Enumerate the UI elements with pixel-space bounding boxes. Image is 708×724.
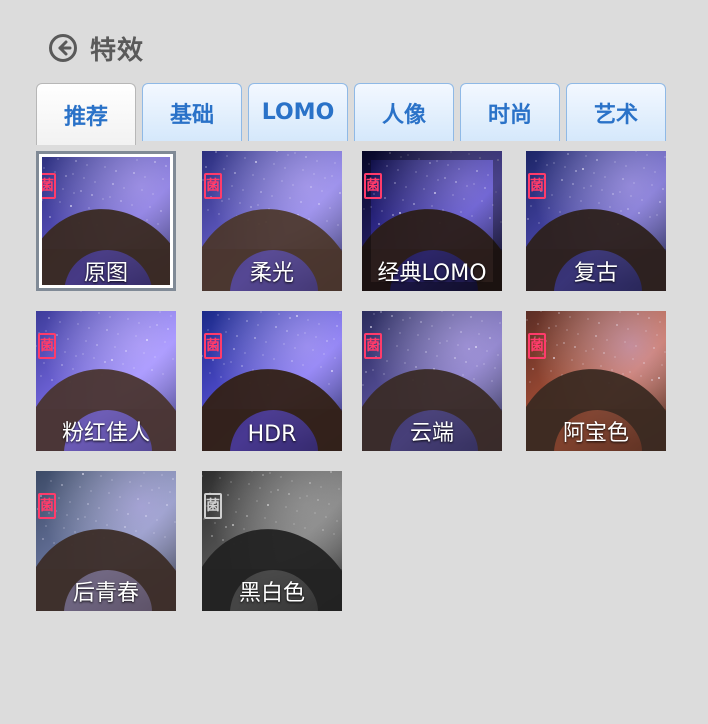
effect-category-tabs: 推荐 基础 LOMO 人像 时尚 艺术 <box>36 83 668 145</box>
effect-label: 经典LOMO <box>377 261 487 286</box>
tab-fashion[interactable]: 时尚 <box>460 83 560 141</box>
effect-label: 阿宝色 <box>562 421 629 446</box>
effect-label: 黑白色 <box>238 581 305 606</box>
tab-basic[interactable]: 基础 <box>142 83 242 141</box>
back-arrow-circle-icon[interactable] <box>48 33 78 63</box>
tab-recommended[interactable]: 推荐 <box>36 83 136 145</box>
effect-thumbnail[interactable]: 菌后青春 <box>36 471 176 611</box>
watermark-stamp: 菌 <box>528 173 546 199</box>
watermark-stamp: 菌 <box>364 173 382 199</box>
effect-label: 云端 <box>409 421 454 446</box>
watermark-stamp: 菌 <box>204 173 222 199</box>
tab-art[interactable]: 艺术 <box>566 83 666 141</box>
header: 特效 <box>48 28 144 68</box>
effect-thumbnail[interactable]: 菌复古 <box>526 151 666 291</box>
watermark-stamp: 菌 <box>38 493 56 519</box>
effect-label: 原图 <box>83 261 128 286</box>
tab-portrait[interactable]: 人像 <box>354 83 454 141</box>
effect-label: 后青春 <box>72 581 139 606</box>
page-title: 特效 <box>90 35 145 66</box>
watermark-stamp: 菌 <box>364 333 382 359</box>
effect-label: 柔光 <box>249 261 294 286</box>
effect-label: 复古 <box>573 261 618 286</box>
effect-label: HDR <box>247 422 297 447</box>
effect-thumbnail[interactable]: 菌原图 <box>36 151 176 291</box>
effect-thumbnail[interactable]: 菌黑白色 <box>202 471 342 611</box>
effect-thumbnail[interactable]: 菌经典LOMO <box>362 151 502 291</box>
effect-thumbnail[interactable]: 菌柔光 <box>202 151 342 291</box>
effect-thumbnail[interactable]: 菌 HDR <box>202 311 342 451</box>
watermark-stamp: 菌 <box>38 173 56 199</box>
effect-thumbnail[interactable]: 菌粉红佳人 <box>36 311 176 451</box>
effect-thumbnail[interactable]: 菌云端 <box>362 311 502 451</box>
watermark-stamp: 菌 <box>204 493 222 519</box>
watermark-stamp: 菌 <box>528 333 546 359</box>
watermark-stamp: 菌 <box>204 333 222 359</box>
watermark-stamp: 菌 <box>38 333 56 359</box>
effect-label: 粉红佳人 <box>61 421 150 446</box>
effect-preview-image <box>36 151 176 291</box>
effect-thumbnail[interactable]: 菌阿宝色 <box>526 311 666 451</box>
tab-lomo[interactable]: LOMO <box>248 83 348 141</box>
